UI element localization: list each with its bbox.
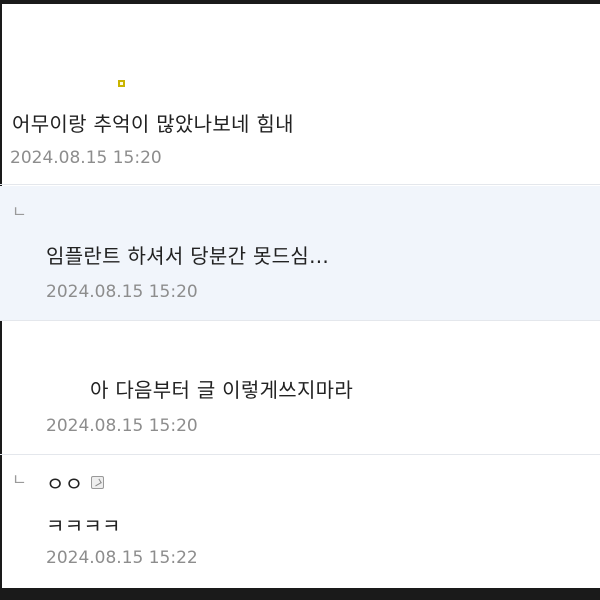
divider	[0, 454, 600, 455]
sticker-icon[interactable]	[91, 476, 104, 489]
reply-text-secondary: ㅋㅋㅋㅋ	[46, 514, 121, 538]
reply-text: 임플란트 하셔서 당분간 못드심...	[46, 244, 330, 268]
bottom-frame-border	[0, 588, 600, 600]
comment-text: 아 다음부터 글 이렇게쓰지마라	[90, 378, 354, 402]
divider	[0, 184, 600, 185]
comment-date: 2024.08.15 15:20	[10, 148, 162, 168]
comment-text: 어무이랑 추억이 많았나보네 힘내	[12, 112, 294, 136]
comment-date: 2024.08.15 15:20	[46, 416, 198, 436]
reply-date: 2024.08.15 15:22	[46, 548, 198, 568]
comment-item: 어무이랑 추억이 많았나보네 힘내 2024.08.15 15:20	[0, 0, 600, 180]
reply-text: ㅇㅇ	[46, 472, 84, 496]
reply-arrow-icon: ㄴ	[12, 202, 27, 221]
divider	[0, 320, 600, 321]
reply-date: 2024.08.15 15:20	[46, 282, 198, 302]
reply-arrow-icon: ㄴ	[12, 470, 27, 489]
